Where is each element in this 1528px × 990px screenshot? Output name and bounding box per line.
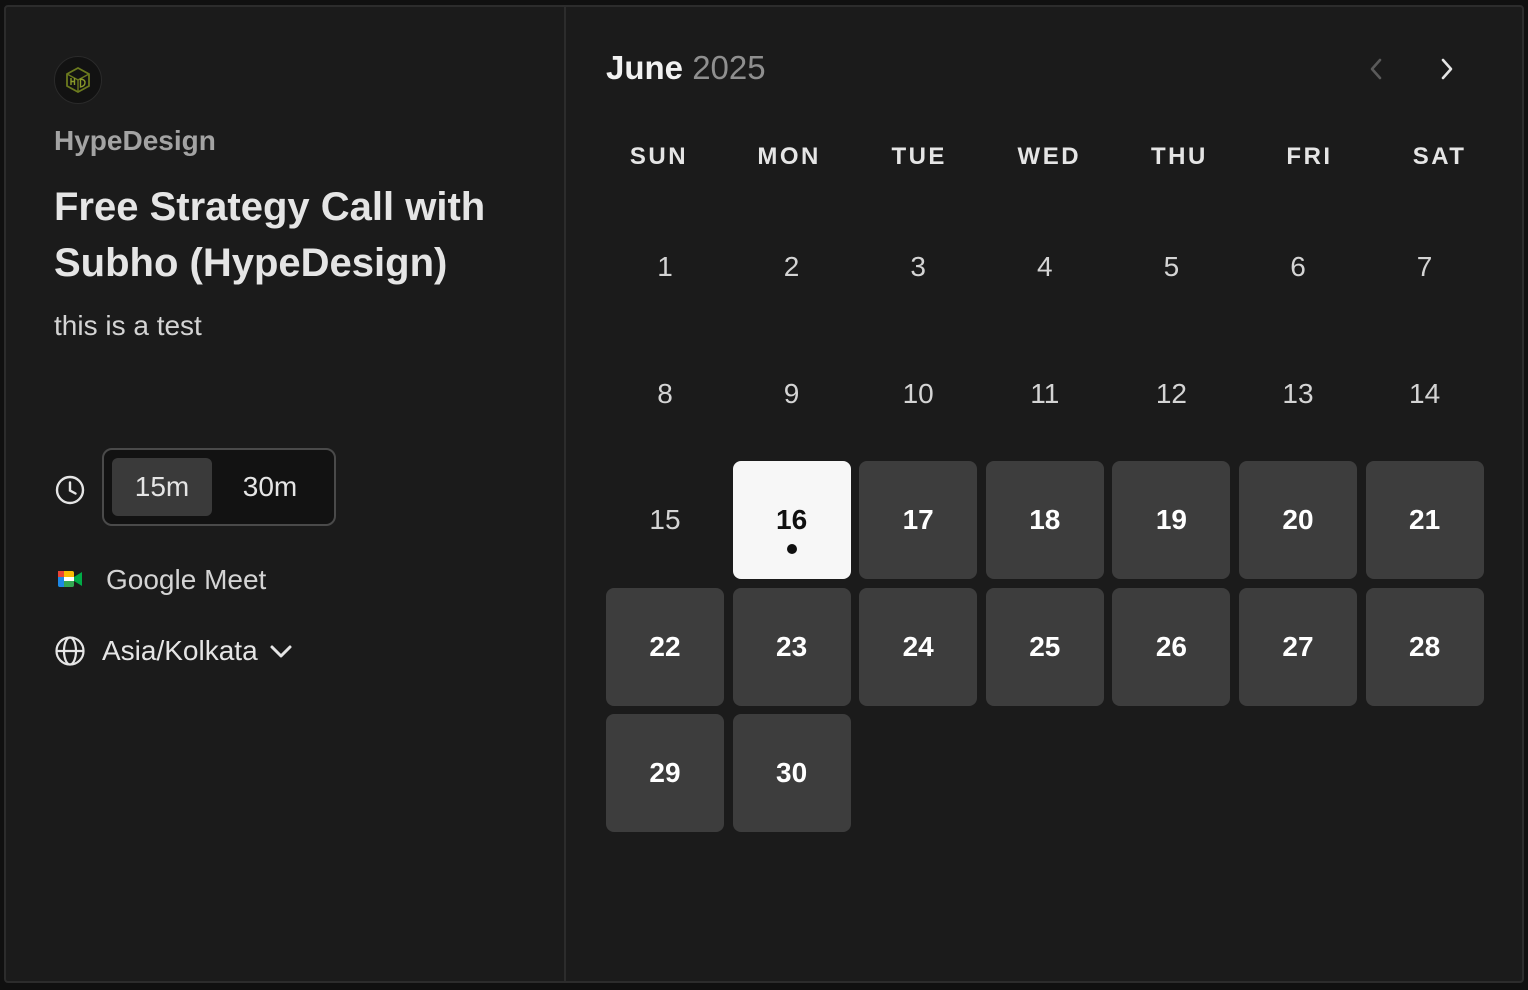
event-title: Free Strategy Call with Subho (HypeDesig… bbox=[54, 185, 486, 285]
clock-icon bbox=[54, 474, 86, 506]
previous-month-button[interactable] bbox=[1354, 47, 1398, 91]
day-number: 25 bbox=[1029, 630, 1061, 662]
calendar-day-4: 4 bbox=[986, 208, 1104, 326]
day-number: 14 bbox=[1409, 377, 1441, 409]
day-number: 16 bbox=[776, 504, 808, 536]
calendar-day-6: 6 bbox=[1239, 208, 1357, 326]
calendar-day-20[interactable]: 20 bbox=[1239, 461, 1357, 580]
calendar-day-16[interactable]: 16 bbox=[732, 461, 851, 580]
calendar-day-17[interactable]: 17 bbox=[859, 461, 978, 580]
day-number: 29 bbox=[649, 757, 681, 789]
chevron-left-icon bbox=[1366, 55, 1386, 83]
day-number: 2 bbox=[783, 251, 800, 282]
month-label: June bbox=[606, 49, 684, 86]
calendar-day-3: 3 bbox=[859, 208, 977, 326]
today-dot-indicator bbox=[786, 544, 797, 555]
calendar-day-23[interactable]: 23 bbox=[732, 587, 851, 706]
calendar-day-22[interactable]: 22 bbox=[606, 587, 724, 706]
weekday-mon: MON bbox=[757, 143, 821, 170]
day-number: 18 bbox=[1029, 504, 1061, 536]
day-number: 22 bbox=[649, 630, 681, 662]
day-number: 9 bbox=[783, 377, 800, 409]
calendar-day-30[interactable]: 30 bbox=[732, 714, 851, 833]
calendar-day-24[interactable]: 24 bbox=[859, 587, 978, 706]
calendar-day-12: 12 bbox=[1112, 335, 1230, 453]
event-details-panel: HypeDesign Free Strategy Call with Subho… bbox=[6, 7, 566, 981]
duration-option-15m[interactable]: 15m bbox=[112, 458, 212, 516]
day-number: 15 bbox=[649, 504, 681, 536]
calendar-day-28[interactable]: 28 bbox=[1365, 587, 1484, 706]
next-month-button[interactable] bbox=[1425, 47, 1469, 91]
weekday-fri: FRI bbox=[1286, 143, 1333, 170]
calendar-day-9: 9 bbox=[733, 335, 851, 453]
weekday-thu: THU bbox=[1150, 143, 1208, 170]
day-number: 28 bbox=[1409, 630, 1441, 662]
day-number: 4 bbox=[1037, 251, 1053, 282]
calendar-day-7: 7 bbox=[1366, 208, 1484, 326]
day-number: 23 bbox=[776, 630, 808, 662]
calendar-day-5: 5 bbox=[1112, 208, 1230, 326]
day-number: 30 bbox=[776, 757, 808, 789]
day-number: 21 bbox=[1409, 504, 1441, 536]
weekday-sun: SUN bbox=[629, 143, 689, 170]
hd-cube-logo-icon bbox=[54, 56, 102, 104]
calendar-day-25[interactable]: 25 bbox=[985, 587, 1104, 706]
day-number: 7 bbox=[1416, 251, 1433, 282]
chevron-right-icon bbox=[1437, 55, 1457, 83]
day-number: 19 bbox=[1155, 504, 1187, 536]
day-number: 20 bbox=[1282, 504, 1314, 536]
calendar-day-15: 15 bbox=[606, 461, 724, 579]
month-year-heading: June 2025 bbox=[606, 49, 766, 87]
calendar-day-19[interactable]: 19 bbox=[1112, 461, 1231, 580]
day-number: 24 bbox=[902, 630, 934, 662]
calendar-day-14: 14 bbox=[1366, 335, 1484, 453]
day-number: 1 bbox=[657, 251, 673, 282]
day-number: 3 bbox=[910, 251, 926, 282]
day-number: 6 bbox=[1290, 251, 1306, 282]
google-meet-icon bbox=[54, 563, 86, 595]
day-number: 26 bbox=[1155, 630, 1187, 662]
weekday-sat: SAT bbox=[1412, 143, 1467, 170]
chevron-down-icon bbox=[268, 638, 294, 664]
day-number: 8 bbox=[657, 377, 673, 409]
location-label: Google Meet bbox=[106, 564, 267, 595]
timezone-value: Asia/Kolkata bbox=[102, 635, 258, 666]
organization-name: HypeDesign bbox=[54, 125, 216, 156]
weekday-wed: WED bbox=[1017, 143, 1082, 170]
day-number: 12 bbox=[1155, 377, 1187, 409]
calendar-day-2: 2 bbox=[733, 208, 851, 326]
booking-widget: HypeDesign Free Strategy Call with Subho… bbox=[4, 5, 1524, 983]
day-number: 13 bbox=[1282, 377, 1314, 409]
calendar-day-21[interactable]: 21 bbox=[1365, 461, 1484, 580]
calendar-day-29[interactable]: 29 bbox=[606, 714, 724, 833]
calendar-day-26[interactable]: 26 bbox=[1112, 587, 1231, 706]
calendar-day-8: 8 bbox=[606, 335, 724, 453]
weekday-header-row: SUN MON TUE WED THU FRI SAT bbox=[606, 143, 1484, 183]
calendar-day-1: 1 bbox=[606, 208, 724, 326]
weekday-tue: TUE bbox=[891, 143, 947, 170]
calendar-day-10: 10 bbox=[859, 335, 977, 453]
duration-selector: 15m 30m bbox=[102, 448, 336, 526]
timezone-select[interactable]: Asia/Kolkata bbox=[102, 635, 294, 667]
calendar-day-18[interactable]: 18 bbox=[985, 461, 1104, 580]
day-number: 11 bbox=[1030, 377, 1060, 409]
calendar-day-13: 13 bbox=[1239, 335, 1357, 453]
calendar-day-27[interactable]: 27 bbox=[1239, 587, 1357, 706]
day-number: 27 bbox=[1282, 630, 1314, 662]
day-number: 5 bbox=[1163, 251, 1180, 282]
duration-option-30m[interactable]: 30m bbox=[220, 458, 320, 516]
year-label: 2025 bbox=[692, 49, 766, 86]
globe-icon bbox=[54, 635, 86, 667]
event-description: this is a test bbox=[54, 310, 202, 341]
calendar-day-grid: 1 2 3 4 5 6 7 8 9 10 11 12 13 14 15 16 17 18 19 20 21 22 23 24 2… bbox=[606, 208, 1486, 848]
calendar-day-11: 11 bbox=[986, 335, 1104, 453]
day-number: 17 bbox=[902, 504, 934, 536]
day-number: 10 bbox=[902, 377, 934, 409]
